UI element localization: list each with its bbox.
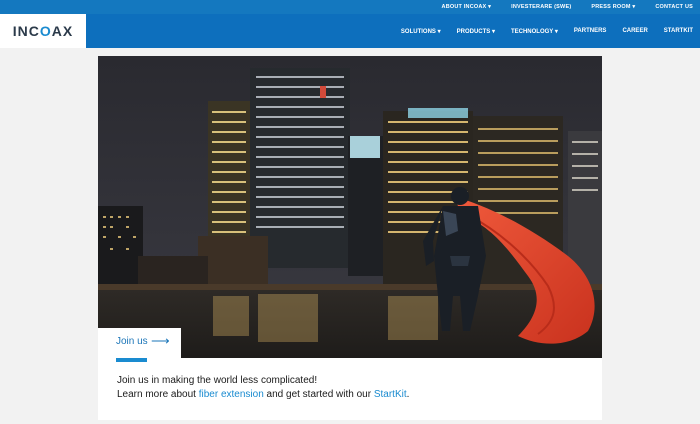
join-us-label[interactable]: Join us <box>116 336 148 347</box>
utility-link-contact[interactable]: CONTACT US <box>655 4 693 10</box>
logo-text-o: O <box>39 23 52 39</box>
utility-links: ABOUT INCOAX ▾ INVESTERARE (SWE) PRESS R… <box>442 0 693 14</box>
nav-career[interactable]: CAREER <box>622 28 647 34</box>
nav-products[interactable]: PRODUCTS ▾ <box>457 28 495 35</box>
intro-text-a: Learn more about <box>117 389 199 400</box>
hero-image <box>98 56 602 358</box>
intro-text-c: . <box>406 389 410 400</box>
hero-illustration <box>98 56 602 358</box>
intro-text: Join us in making the world less complic… <box>117 374 409 402</box>
utility-link-investors[interactable]: INVESTERARE (SWE) <box>511 4 571 10</box>
logo: INCOAX <box>13 23 73 39</box>
logo-text-right: AX <box>51 23 74 39</box>
fiber-extension-link[interactable]: fiber extension <box>199 389 264 400</box>
intro-line-1: Join us in making the world less complic… <box>117 375 318 386</box>
intro-text-b: and get started with our <box>263 389 374 400</box>
nav-solutions[interactable]: SOLUTIONS ▾ <box>401 28 441 35</box>
join-us-tab[interactable]: Join us ⟶ <box>98 328 181 359</box>
arrow-right-icon[interactable]: ⟶ <box>151 333 170 349</box>
intro-line-2: Learn more about fiber extension and get… <box>117 388 409 402</box>
hero-card: Join us ⟶ Join us in making the world le… <box>98 56 602 420</box>
join-us-underline <box>116 358 147 362</box>
main-nav: SOLUTIONS ▾ PRODUCTS ▾ TECHNOLOGY ▾ PART… <box>401 14 693 48</box>
utility-link-press[interactable]: PRESS ROOM ▾ <box>591 4 635 10</box>
nav-startkit[interactable]: STARTKIT <box>664 28 693 34</box>
startkit-link[interactable]: StartKit <box>374 389 407 400</box>
utility-link-about[interactable]: ABOUT INCOAX ▾ <box>442 4 492 10</box>
logo-text-left: INC <box>12 23 40 39</box>
utility-bar: ABOUT INCOAX ▾ INVESTERARE (SWE) PRESS R… <box>0 0 700 14</box>
nav-technology[interactable]: TECHNOLOGY ▾ <box>511 28 558 35</box>
nav-partners[interactable]: PARTNERS <box>574 28 607 34</box>
logo-link[interactable]: INCOAX <box>0 14 86 48</box>
